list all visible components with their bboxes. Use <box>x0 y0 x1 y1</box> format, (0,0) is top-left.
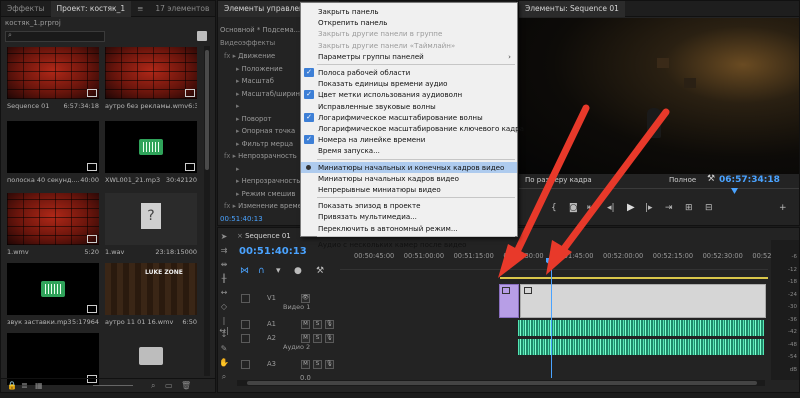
timeline-panel-menu: Закрыть панель Открепить панель Закрыть др… <box>300 2 524 249</box>
menu-item[interactable]: Открепить панель <box>301 17 517 28</box>
menu-item[interactable]: Миниатюры начальных и конечных кадров ви… <box>301 161 517 173</box>
menu-item-label: Миниатюры начальных и конечных кадров ви… <box>318 162 505 172</box>
menu-item[interactable]: Исправленные звуковые волны <box>301 101 517 112</box>
menu-item-label: Полоса рабочей области <box>318 68 411 77</box>
menu-item[interactable]: ✓ Цвет метки использования аудиоволн <box>301 89 517 100</box>
menu-item[interactable]: Показать единицы времени аудио <box>301 78 517 89</box>
menu-item[interactable]: Закрыть панель <box>301 6 517 17</box>
menu-item[interactable]: Показать эпизод в проекте <box>301 200 517 211</box>
menu-item[interactable]: Аудио с нескольких камер после видео <box>301 239 517 250</box>
checkmark-icon: ✓ <box>304 112 314 122</box>
menu-separator <box>317 235 515 237</box>
menu-item[interactable]: Переключить в автономный режим... <box>301 223 517 234</box>
checkmark-icon: ✓ <box>304 90 314 100</box>
menu-separator <box>317 64 515 65</box>
menu-item-label: Параметры группы панелей <box>318 51 424 61</box>
menu-item[interactable]: Миниатюры начальных кадров видео <box>301 173 517 184</box>
menu-item-label: Логарифмическое масштабирование ключевог… <box>318 124 524 133</box>
menu-item-label: Непрерывные миниатюры видео <box>318 185 441 194</box>
checkmark-icon: ✓ <box>304 68 314 77</box>
menu-separator <box>317 197 515 199</box>
checkmark-icon: ✓ <box>304 135 314 145</box>
menu-item-label: Привязать мультимедиа... <box>318 212 417 222</box>
menu-item: Закрыть другие панели «Таймлайн» <box>301 40 517 51</box>
menu-item[interactable]: Параметры группы панелей › <box>301 51 517 62</box>
menu-item-label: Цвет метки использования аудиоволн <box>318 90 463 100</box>
menu-item[interactable]: Время запуска... <box>301 145 517 156</box>
menu-item[interactable]: Логарифмическое масштабирование ключевог… <box>301 123 524 134</box>
menu-item-label: Открепить панель <box>318 18 388 28</box>
menu-item-label: Показать единицы времени аудио <box>318 79 448 89</box>
menu-item-label: Переключить в автономный режим... <box>318 223 458 233</box>
menu-item[interactable]: Непрерывные миниатюры видео <box>301 184 517 195</box>
menu-separator <box>317 158 515 160</box>
menu-item-label: Миниатюры начальных кадров видео <box>318 173 459 183</box>
menu-item-label: Исправленные звуковые волны <box>318 101 436 111</box>
menu-item-label: Время запуска... <box>318 146 380 156</box>
menu-item-label: Закрыть панель <box>318 7 379 16</box>
menu-item-label: Номера на линейке времени <box>318 135 426 145</box>
menu-item-label: Логарифмическое масштабирование волны <box>318 112 483 122</box>
menu-item-label: Закрыть другие панели «Таймлайн» <box>318 40 456 50</box>
menu-item-label: Аудио с нескольких камер после видео <box>318 239 467 249</box>
red-arrow-right <box>546 108 670 275</box>
submenu-arrow-icon: › <box>508 51 511 61</box>
menu-item[interactable]: Привязать мультимедиа... <box>301 211 517 222</box>
menu-item[interactable]: ✓ Номера на линейке времени <box>301 134 517 145</box>
menu-item: Закрыть другие панели в группе <box>301 28 517 39</box>
menu-item-label: Показать эпизод в проекте <box>318 201 421 211</box>
menu-item-label: Закрыть другие панели в группе <box>318 29 443 39</box>
menu-item[interactable]: ✓ Логарифмическое масштабирование волны <box>301 112 517 123</box>
radio-dot-icon <box>306 164 311 170</box>
menu-item[interactable]: ✓ Полоса рабочей области <box>301 67 517 78</box>
